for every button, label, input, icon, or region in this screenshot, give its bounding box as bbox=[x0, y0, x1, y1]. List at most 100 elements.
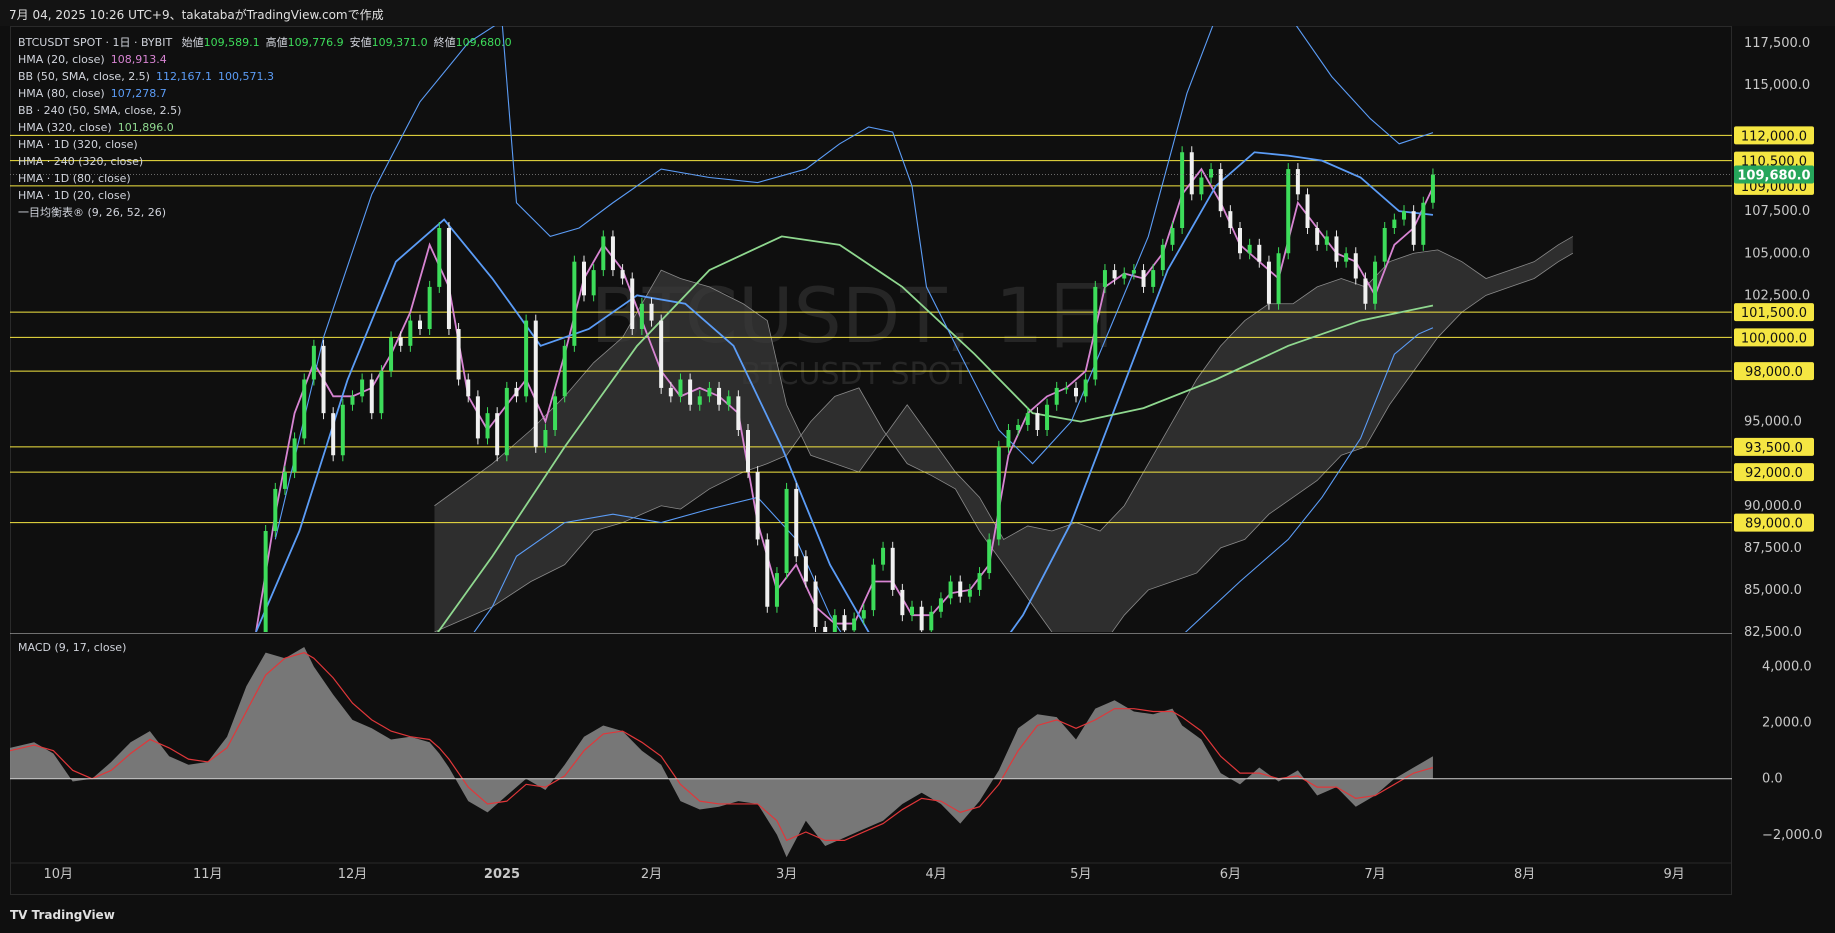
candle-body-73 bbox=[958, 581, 963, 597]
level-tag-label-3: 101,500.0 bbox=[1741, 306, 1807, 321]
candle-body-106 bbox=[1276, 253, 1281, 304]
legend-indicator-0[interactable]: HMA (20, close) 108,913.4 bbox=[18, 51, 512, 68]
indicator-label: HMA (320, close) bbox=[18, 121, 112, 134]
price-tick-label-9: 82,500.0 bbox=[1744, 625, 1802, 640]
indicator-label: HMA (80, close) bbox=[18, 87, 105, 100]
candle-body-83 bbox=[1054, 387, 1059, 405]
indicator-label: BB (50, SMA, close, 2.5) bbox=[18, 70, 150, 83]
legend-indicator-4[interactable]: HMA (320, close) 101,896.0 bbox=[18, 119, 512, 136]
candle-body-6 bbox=[311, 345, 316, 380]
time-tick-label-9: 7月 bbox=[1364, 867, 1385, 882]
candle-body-65 bbox=[881, 547, 886, 565]
candle-body-96 bbox=[1180, 152, 1185, 228]
candle-body-82 bbox=[1045, 404, 1050, 430]
candle-body-47 bbox=[707, 387, 712, 397]
candle-body-101 bbox=[1228, 211, 1233, 228]
ohlc-values: 始値109,589.1 高値109,776.9 安値109,371.0 終値109,6… bbox=[176, 36, 512, 49]
indicator-label: HMA (20, close) bbox=[18, 53, 105, 66]
indicator-label: 一目均衡表® (9, 26, 52, 26) bbox=[18, 206, 167, 219]
candle-body-116 bbox=[1373, 261, 1378, 304]
level-tag-label-7: 92,000.0 bbox=[1745, 466, 1803, 481]
candle-body-23 bbox=[475, 396, 480, 439]
candle-body-42 bbox=[659, 320, 664, 388]
candle-body-112 bbox=[1334, 236, 1339, 262]
candle-body-10 bbox=[350, 396, 355, 405]
candle-body-102 bbox=[1238, 228, 1242, 254]
candle-body-3 bbox=[282, 472, 287, 489]
price-tick-label-6: 90,000.0 bbox=[1744, 499, 1802, 514]
candle-body-81 bbox=[1035, 413, 1040, 430]
candle-body-57 bbox=[803, 556, 808, 582]
candle-body-114 bbox=[1353, 253, 1358, 279]
candle-body-92 bbox=[1141, 270, 1146, 287]
candle-body-87 bbox=[1093, 286, 1098, 380]
candle-body-34 bbox=[582, 261, 586, 296]
time-tick-label-6: 4月 bbox=[925, 867, 946, 882]
candle-body-4 bbox=[292, 438, 297, 473]
legend-indicator-5[interactable]: HMA · 1D (320, close) bbox=[18, 136, 512, 153]
ohlc-value-1: 109,776.9 bbox=[287, 36, 344, 49]
candle-body-84 bbox=[1064, 387, 1069, 390]
legend-indicator-8[interactable]: HMA · 1D (20, close) bbox=[18, 187, 512, 204]
indicator-value: 100,571.3 bbox=[217, 70, 274, 83]
candle-body-33 bbox=[572, 261, 577, 346]
candle-body-40 bbox=[639, 303, 644, 329]
time-tick-label-8: 6月 bbox=[1220, 867, 1241, 882]
legend-indicator-6[interactable]: HMA · 240 (320, close) bbox=[18, 153, 512, 170]
candle-body-55 bbox=[784, 488, 789, 574]
indicator-value: 101,896.0 bbox=[117, 121, 174, 134]
candle-body-25 bbox=[495, 413, 500, 456]
candle-body-28 bbox=[524, 320, 529, 397]
candle-body-74 bbox=[967, 589, 972, 597]
candle-body-50 bbox=[736, 396, 741, 430]
candle-body-79 bbox=[1016, 424, 1021, 430]
legend-indicator-2[interactable]: HMA (80, close) 107,278.7 bbox=[18, 85, 512, 102]
macd-tick-label-2: 0.0 bbox=[1762, 772, 1783, 787]
candle-body-100 bbox=[1218, 169, 1223, 212]
candle-body-7 bbox=[321, 345, 326, 414]
indicator-label: HMA · 1D (20, close) bbox=[18, 189, 131, 202]
candle-body-93 bbox=[1151, 270, 1156, 287]
last-price-tag-label: 109,680.0 bbox=[1737, 168, 1810, 183]
legend-symbol-row: BTCUSDT SPOT · 1日 · BYBIT 始値109,589.1 高値1… bbox=[18, 34, 512, 51]
candle-body-91 bbox=[1131, 270, 1136, 274]
candle-body-85 bbox=[1074, 387, 1078, 397]
ohlc-value-3: 109,680.0 bbox=[455, 36, 512, 49]
candle-body-18 bbox=[427, 286, 432, 329]
candle-body-45 bbox=[688, 379, 693, 405]
candle-body-19 bbox=[437, 228, 442, 287]
ohlc-label-3: 終値 bbox=[433, 36, 456, 49]
candle-body-109 bbox=[1305, 194, 1310, 228]
legend-indicator-3[interactable]: BB · 240 (50, SMA, close, 2.5) bbox=[18, 102, 512, 119]
candle-body-58 bbox=[813, 581, 818, 627]
candle-body-70 bbox=[929, 611, 934, 631]
ohlc-label-0: 始値 bbox=[181, 36, 204, 49]
candle-body-68 bbox=[910, 606, 914, 616]
candle-body-72 bbox=[948, 581, 953, 599]
time-tick-label-7: 5月 bbox=[1070, 867, 1091, 882]
time-tick-label-1: 11月 bbox=[193, 867, 223, 882]
candle-body-105 bbox=[1266, 261, 1271, 304]
price-tick-label-2: 107,500.0 bbox=[1744, 204, 1810, 219]
candle-body-104 bbox=[1257, 244, 1262, 262]
candle-body-44 bbox=[678, 379, 683, 397]
candle-body-88 bbox=[1102, 270, 1107, 287]
candle-body-46 bbox=[697, 396, 702, 405]
time-tick-label-11: 9月 bbox=[1663, 867, 1684, 882]
candle-body-43 bbox=[668, 387, 673, 397]
candle-body-66 bbox=[890, 547, 895, 590]
candle-body-54 bbox=[774, 573, 779, 607]
symbol-line: BTCUSDT SPOT · 1日 · BYBIT bbox=[18, 36, 173, 49]
candle-body-113 bbox=[1344, 253, 1349, 262]
candle-body-16 bbox=[408, 320, 413, 346]
candle-body-35 bbox=[591, 270, 596, 296]
legend-indicator-1[interactable]: BB (50, SMA, close, 2.5) 112,167.1 100,571… bbox=[18, 68, 512, 85]
candle-body-121 bbox=[1421, 202, 1426, 245]
legend-indicator-7[interactable]: HMA · 1D (80, close) bbox=[18, 170, 512, 187]
legend-indicator-9[interactable]: 一目均衡表® (9, 26, 52, 26) bbox=[18, 204, 512, 221]
indicator-value: 112,167.1 bbox=[155, 70, 212, 83]
macd-title: MACD (9, 17, close) bbox=[18, 641, 127, 654]
macd-tick-label-3: −2,000.0 bbox=[1762, 828, 1823, 843]
time-tick-label-10: 8月 bbox=[1514, 867, 1535, 882]
price-tick-label-3: 105,000.0 bbox=[1744, 246, 1810, 261]
